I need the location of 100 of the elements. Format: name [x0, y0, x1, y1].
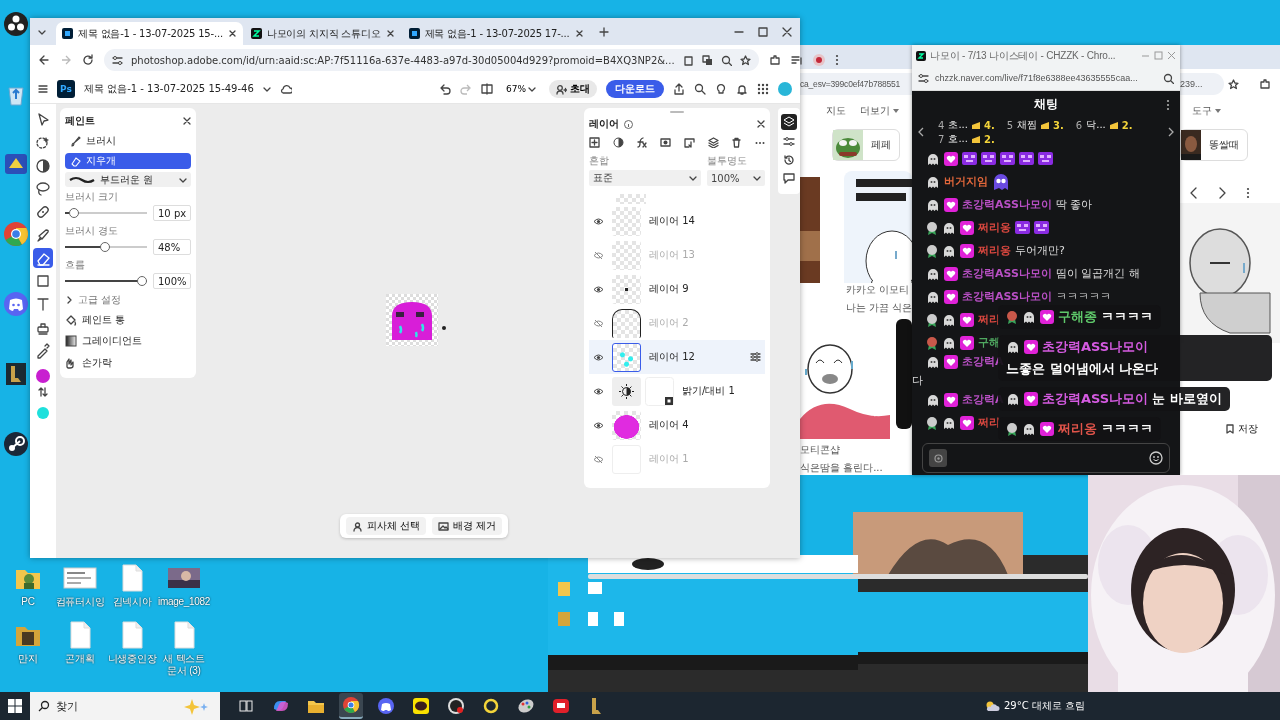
search-field[interactable]: 찾기	[30, 692, 220, 720]
undo-icon[interactable]	[439, 83, 451, 95]
zoom-icon[interactable]	[1163, 72, 1174, 84]
eye-off-icon[interactable]	[593, 318, 604, 328]
next-icon[interactable]	[1168, 127, 1174, 137]
chat-username[interactable]: 버거지임	[944, 174, 988, 189]
star-icon[interactable]	[1228, 78, 1239, 90]
chat-username[interactable]: 구해	[978, 335, 1000, 350]
slider-thumb[interactable]	[99, 242, 110, 253]
blend-mode-dropdown[interactable]: 표준	[589, 170, 701, 186]
remove-background-button[interactable]: 배경 제거	[432, 517, 503, 535]
site-settings-icon[interactable]	[112, 54, 123, 66]
back-icon[interactable]	[38, 54, 50, 66]
paint-mode-option[interactable]: 지우개	[65, 152, 191, 170]
address-field[interactable]: ca_esv=399c0ef47b788551	[800, 73, 912, 95]
chat-username[interactable]: 초강력ASS나모이	[962, 289, 1052, 304]
value-field[interactable]: 10 px	[153, 205, 191, 222]
lightbulb-icon[interactable]	[715, 83, 727, 95]
close-icon[interactable]	[574, 29, 584, 38]
windows-start-icon[interactable]	[8, 699, 22, 713]
opacity-field[interactable]: 100%	[707, 170, 765, 186]
weather-text[interactable]: 29°C 대체로 흐림	[1003, 699, 1085, 713]
more-icon[interactable]	[754, 140, 765, 145]
eye-icon[interactable]	[593, 386, 604, 396]
chat-username[interactable]: 쩌리옹	[978, 243, 1011, 258]
layer-row[interactable]: 레이어 14	[589, 204, 765, 238]
select-subject-button[interactable]: 피사체 선택	[346, 517, 427, 535]
close-icon[interactable]	[227, 29, 237, 38]
reload-icon[interactable]	[82, 54, 94, 66]
eye-off-icon[interactable]	[593, 454, 604, 464]
paint-tool-option[interactable]: 손가락	[65, 353, 191, 372]
eye-off-icon[interactable]	[593, 250, 604, 260]
compare-icon[interactable]	[481, 83, 493, 95]
adjustments-icon[interactable]	[783, 136, 795, 148]
trash-icon[interactable]	[731, 137, 743, 148]
chat-username[interactable]: 쩌리옹	[1058, 420, 1097, 438]
apps-grid-icon[interactable]	[757, 83, 769, 95]
advanced-settings-toggle[interactable]: 고급 설정	[65, 292, 191, 308]
chat-username[interactable]: 초강력ASS나모이	[962, 266, 1052, 281]
chat-username[interactable]: 쩌리	[978, 312, 1000, 327]
clipboard-icon[interactable]	[682, 54, 694, 66]
chat-app-icon[interactable]	[410, 695, 432, 717]
clip-icon[interactable]	[683, 137, 695, 148]
search-chip[interactable]: 똥쌀때	[1180, 129, 1248, 161]
chat-username[interactable]: 초강력ASS나모이	[962, 197, 1052, 212]
media-control-icon[interactable]	[790, 54, 803, 66]
eye-icon[interactable]	[593, 216, 604, 226]
translate-icon[interactable]	[701, 54, 713, 66]
eye-icon[interactable]	[593, 284, 604, 294]
layer-row[interactable]: 레이어 9	[589, 272, 765, 306]
browser-tab[interactable]: 제목 없음-1 - 13-07-2025 15-...	[56, 22, 243, 45]
info-icon[interactable]	[624, 119, 633, 129]
zoom-dropdown[interactable]: 67%	[502, 84, 540, 94]
adjustment-icon[interactable]	[33, 156, 53, 176]
zoom-icon[interactable]	[720, 54, 732, 66]
chat-username[interactable]: 쩌리	[978, 415, 1000, 430]
layer-row[interactable]: 밝기/대비 1	[589, 374, 765, 408]
close-icon[interactable]	[183, 117, 191, 125]
invite-button[interactable]: 초대	[549, 80, 597, 98]
document-title[interactable]: 제목 없음-1 - 13-07-2025 15-49-46	[84, 82, 254, 96]
app-logo[interactable]: Ps	[57, 80, 75, 98]
paint-mode-option[interactable]: 브러시	[65, 133, 191, 150]
bell-icon[interactable]	[736, 83, 748, 95]
star-icon[interactable]	[739, 54, 751, 66]
previous-icon[interactable]	[918, 127, 924, 137]
extensions-icon[interactable]	[1259, 78, 1271, 90]
search-chip[interactable]: 페페	[832, 129, 900, 161]
layers-icon[interactable]	[781, 114, 797, 130]
swap-colors-icon[interactable]	[37, 386, 49, 398]
paint-tool-option[interactable]: 페인트 통	[65, 310, 191, 329]
mask-icon[interactable]	[660, 137, 672, 148]
download-button[interactable]: 다운로드	[606, 80, 664, 98]
search-icon[interactable]	[694, 83, 706, 95]
layer-row[interactable]: 레이어 4	[589, 408, 765, 442]
address-field[interactable]: 239...	[1180, 73, 1224, 95]
eye-icon[interactable]	[593, 352, 604, 362]
more-icon[interactable]	[1246, 187, 1250, 199]
chat-username[interactable]: 구해종	[1058, 308, 1097, 326]
next-icon[interactable]	[1218, 187, 1226, 199]
maximize-icon[interactable]	[758, 26, 768, 37]
dropdown-icon[interactable]	[262, 85, 271, 93]
chat-username[interactable]: 쩌리옹	[978, 220, 1011, 235]
more-icon[interactable]	[1166, 99, 1170, 111]
previous-icon[interactable]	[1190, 187, 1198, 199]
settings-icon[interactable]	[932, 452, 944, 464]
effects-icon[interactable]	[636, 137, 648, 148]
more-icon[interactable]	[834, 54, 839, 66]
paint-tool-option[interactable]: 그레이디언트	[65, 331, 191, 351]
comment-icon[interactable]	[783, 172, 795, 184]
layer-row[interactable]: 레이어 12	[589, 340, 765, 374]
add-layer-icon[interactable]	[589, 137, 600, 148]
value-field[interactable]: 100%	[153, 273, 191, 290]
stack-icon[interactable]	[707, 137, 719, 148]
close-icon[interactable]	[385, 29, 395, 38]
share-icon[interactable]	[673, 83, 685, 95]
emoji-icon[interactable]	[1149, 451, 1163, 465]
save-button[interactable]: 저장	[1220, 421, 1264, 437]
extensions-icon[interactable]	[768, 54, 781, 66]
close-icon[interactable]	[782, 26, 792, 37]
adjustment-layer-icon[interactable]	[612, 137, 624, 148]
